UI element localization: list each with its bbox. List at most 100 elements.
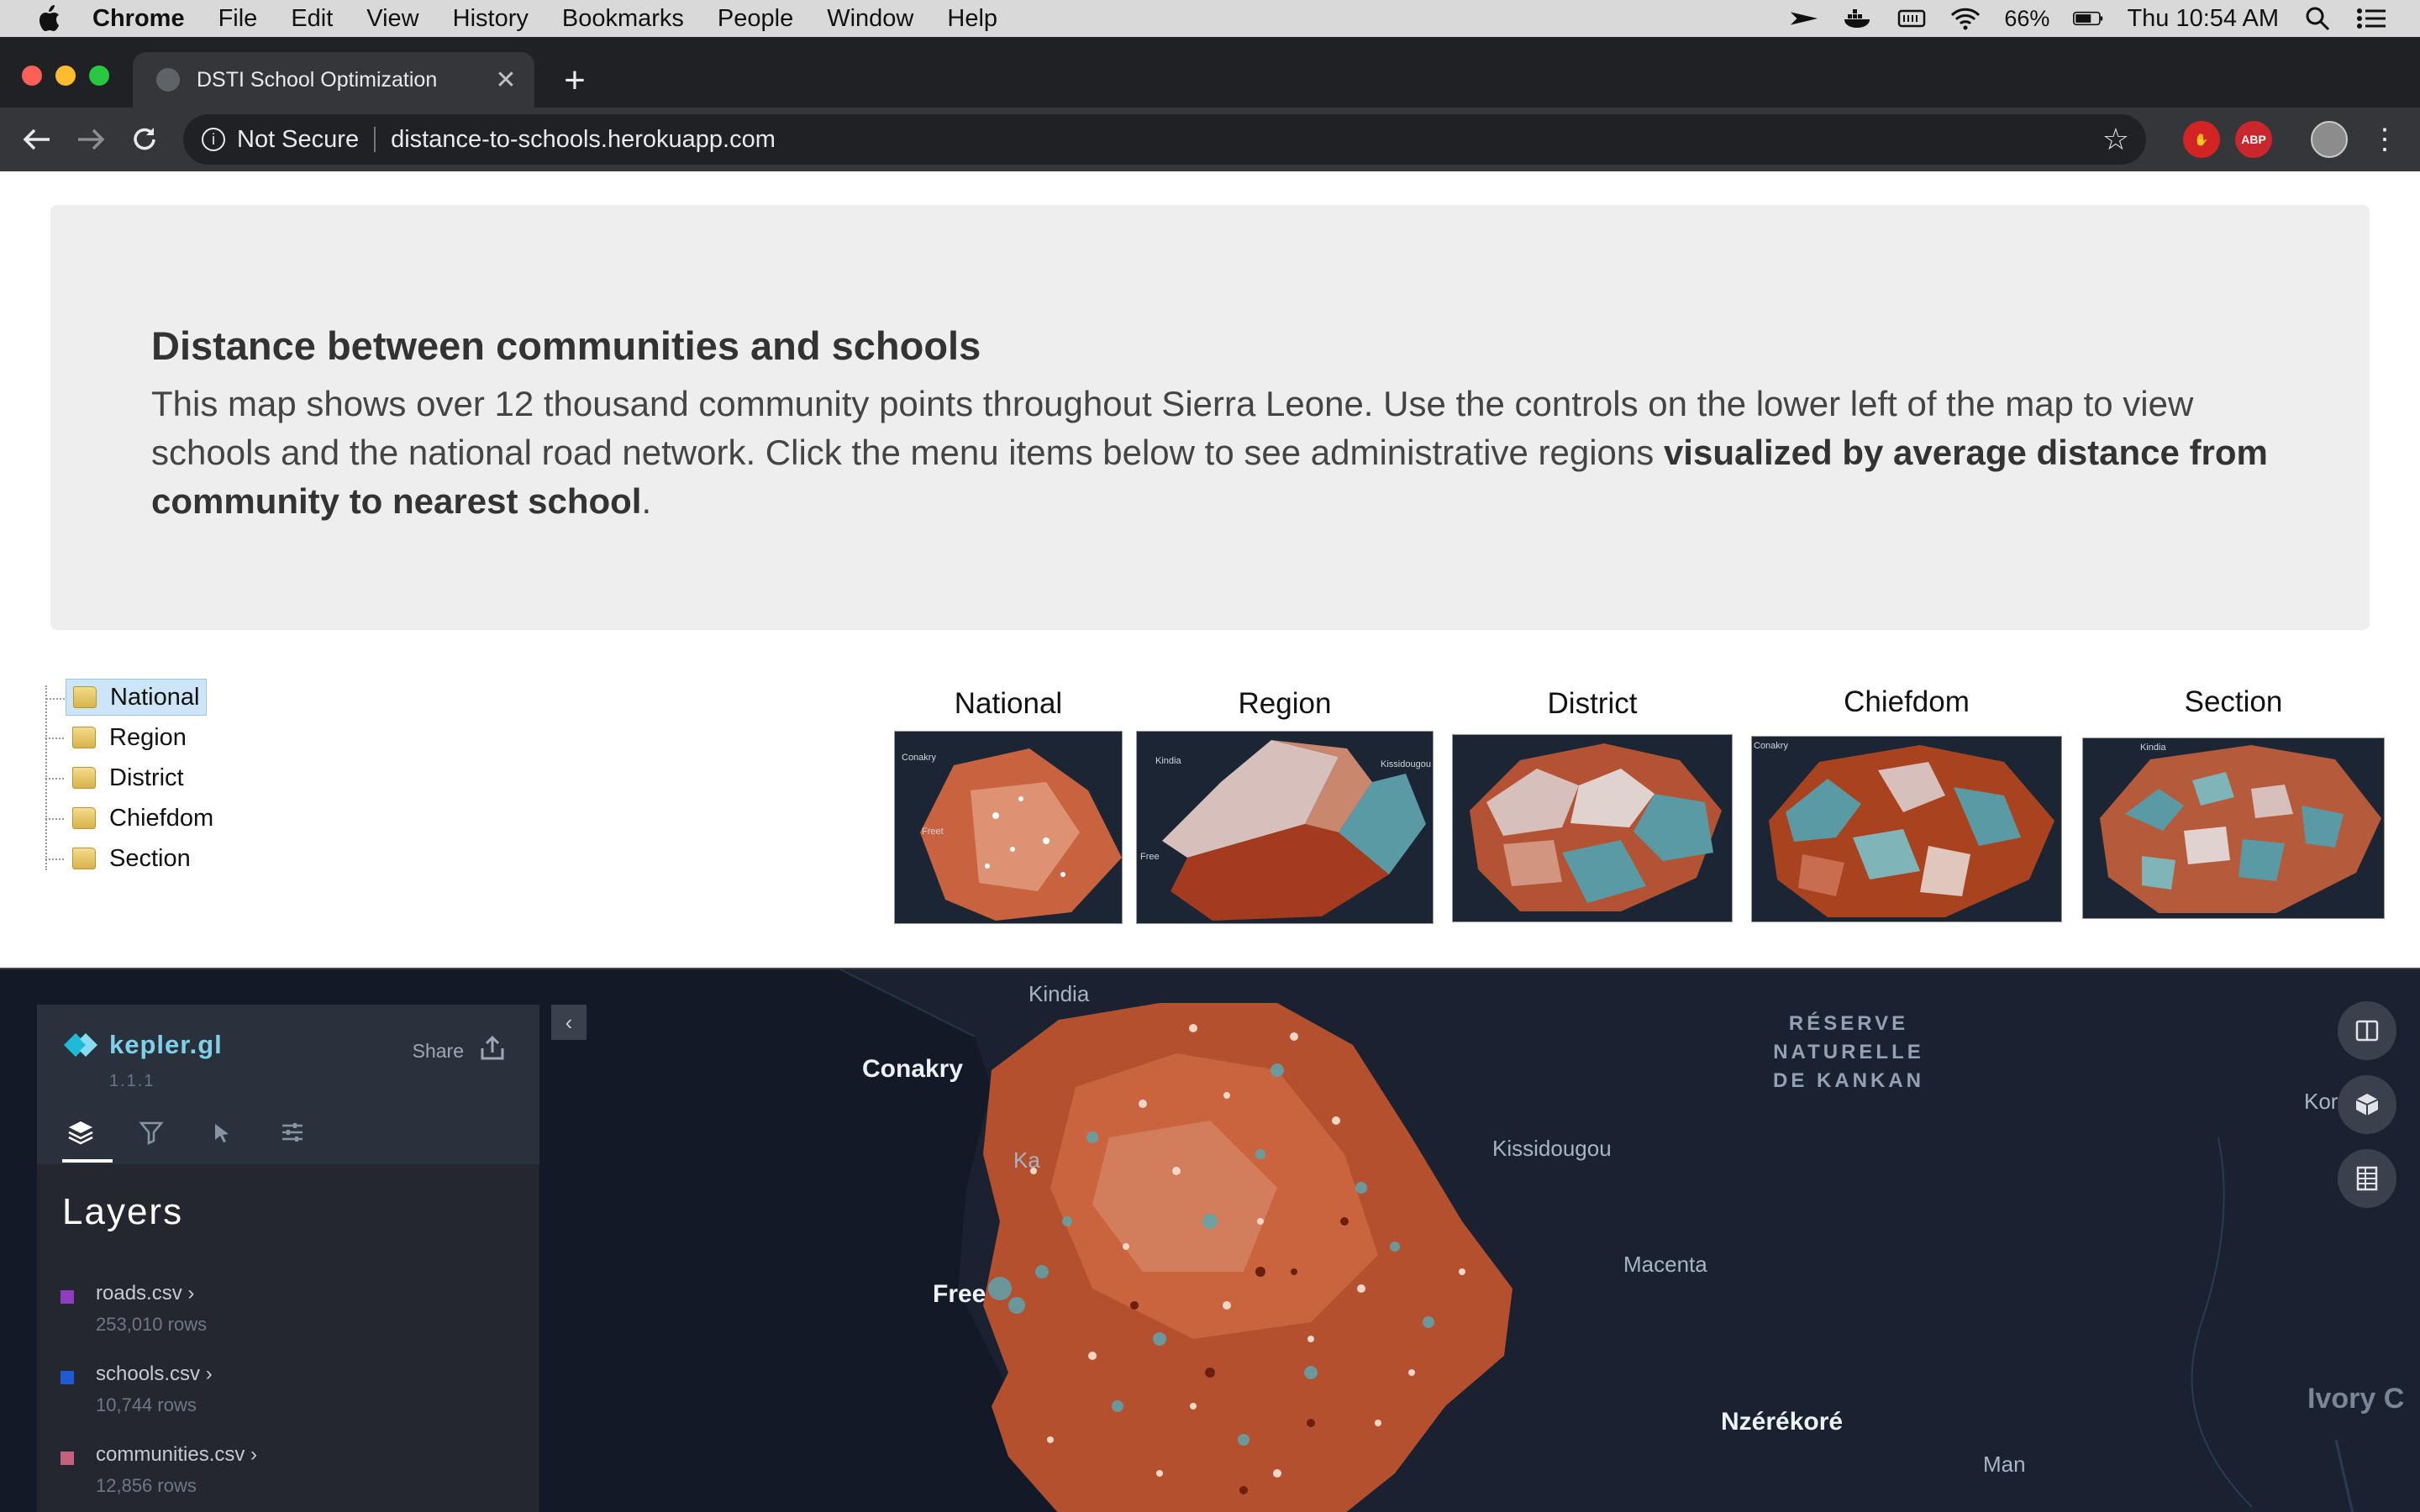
menu-view[interactable]: View [366, 5, 418, 33]
collapse-panel-chevron-icon[interactable]: ‹ [551, 1005, 587, 1040]
new-tab-button[interactable]: + [555, 60, 595, 101]
tree-item-section[interactable]: Section [45, 840, 197, 877]
profile-avatar[interactable] [2311, 121, 2348, 158]
map-label-kamsar: Ka [1013, 1147, 1040, 1173]
folder-icon [72, 767, 96, 789]
split-map-icon[interactable] [2338, 1001, 2396, 1060]
minimize-window-button[interactable] [55, 66, 76, 86]
thumbnail-chiefdom[interactable]: Chiefdom Conakry [1751, 685, 2062, 922]
3d-map-icon[interactable] [2338, 1075, 2396, 1134]
folder-icon [72, 727, 96, 748]
layer-item-schools[interactable]: schools.csv › 10,744 rows [60, 1362, 313, 1421]
layer-row-count: 253,010 rows [96, 1314, 208, 1335]
airmail-icon[interactable] [1789, 7, 1819, 30]
docker-icon[interactable] [1843, 7, 1873, 30]
layer-color-swatch [60, 1371, 74, 1384]
layer-row-count: 12,856 rows [96, 1475, 197, 1496]
thumbnail-map-image: Kindia [2082, 738, 2385, 919]
wifi-icon[interactable] [1950, 7, 1981, 30]
tab-title: DSTI School Optimization [197, 67, 438, 92]
battery-percent: 66% [2004, 5, 2050, 31]
tree-item-region[interactable]: Region [45, 719, 193, 756]
bookmark-star-icon[interactable]: ☆ [2102, 122, 2129, 157]
intro-body-end: . [641, 481, 652, 521]
notification-center-icon[interactable] [2356, 7, 2386, 30]
menu-bookmarks[interactable]: Bookmarks [562, 5, 684, 33]
map-label-ivory-coast: Ivory C [2307, 1383, 2405, 1415]
site-info-icon[interactable]: i [202, 128, 225, 151]
menu-window[interactable]: Window [827, 5, 913, 33]
folder-icon [73, 686, 97, 708]
maximize-window-button[interactable] [89, 66, 109, 86]
layer-item-communities[interactable]: communities.csv › 12,856 rows [60, 1443, 313, 1502]
menu-people[interactable]: People [718, 5, 793, 33]
menubar-clock[interactable]: Thu 10:54 AM [2127, 5, 2279, 33]
tree-item-district[interactable]: District [45, 759, 191, 796]
layer-row-count: 10,744 rows [96, 1394, 197, 1415]
filter-tab-icon[interactable] [133, 1114, 170, 1151]
adblock-stop-extension-icon[interactable]: ✋ [2183, 121, 2220, 158]
kepler-side-panel: kepler.gl 1.1.1 Share Layers roads.csv ›… [37, 1005, 539, 1512]
address-bar[interactable]: i Not Secure distance-to-schools.herokua… [183, 114, 2146, 165]
thumbnail-map-image: Conakry [1751, 736, 2062, 922]
macos-menubar: Chrome File Edit View History Bookmarks … [0, 0, 2420, 37]
close-window-button[interactable] [22, 66, 42, 86]
map-settings-tab-icon[interactable] [274, 1114, 311, 1151]
data-table-icon[interactable] [2338, 1149, 2396, 1208]
security-label[interactable]: Not Secure [237, 126, 359, 154]
tree-item-label: District [109, 764, 184, 791]
chrome-tab-strip: DSTI School Optimization ✕ + [0, 37, 2420, 108]
thumbnail-place-label: Conakry [902, 753, 936, 763]
battery-icon[interactable] [2073, 7, 2103, 30]
layer-name: schools.csv › [96, 1362, 213, 1385]
forward-arrow-icon[interactable] [71, 119, 111, 160]
intro-description: This map shows over 12 thousand communit… [151, 380, 2319, 526]
layer-item-roads[interactable]: roads.csv › 253,010 rows [60, 1282, 313, 1341]
share-label: Share [412, 1039, 464, 1062]
tree-item-label: Chiefdom [109, 804, 214, 832]
url-text[interactable]: distance-to-schools.herokuapp.com [391, 126, 776, 154]
apple-logo-icon[interactable] [34, 3, 64, 34]
thumbnail-map-image: Conakry Freet [894, 731, 1123, 924]
thumbnail-district[interactable]: District [1452, 687, 1733, 922]
browser-tab-active[interactable]: DSTI School Optimization ✕ [133, 52, 534, 108]
reload-icon[interactable] [124, 119, 165, 160]
memory-icon[interactable] [1897, 7, 1927, 30]
kepler-panel-tabs [62, 1114, 311, 1163]
back-arrow-icon[interactable] [17, 119, 57, 160]
thumbnail-label: Section [2184, 685, 2283, 718]
tree-item-label: Region [109, 723, 187, 751]
map-label-nzerekore: Nzérékoré [1721, 1408, 1844, 1436]
menu-history[interactable]: History [453, 5, 529, 33]
tree-item-chiefdom[interactable]: Chiefdom [45, 800, 220, 837]
thumbnail-national[interactable]: National Conakry Freet [894, 687, 1123, 924]
thumbnail-label: Region [1238, 687, 1332, 720]
thumbnail-place-label: Kindia [2140, 743, 2166, 753]
tree-item-national[interactable]: National [46, 679, 208, 716]
spotlight-search-icon[interactable] [2302, 7, 2333, 31]
thumbnail-label: National [954, 687, 1063, 720]
menu-file[interactable]: File [218, 5, 258, 33]
menu-help[interactable]: Help [947, 5, 997, 33]
kepler-map[interactable]: Kindia Conakry Ka Kissidougou Macenta Fr… [0, 968, 2420, 1512]
folder-icon [72, 807, 96, 829]
close-tab-icon[interactable]: ✕ [491, 65, 521, 95]
map-label-man: Man [1983, 1452, 2026, 1477]
chrome-menu-icon[interactable]: ⋮ [2365, 119, 2405, 160]
layers-section-title: Layers [62, 1191, 184, 1232]
menu-app-chrome[interactable]: Chrome [92, 5, 185, 33]
thumbnail-region[interactable]: Region Kindia Kissidougou Free [1136, 687, 1434, 924]
layers-tab-icon[interactable] [62, 1114, 113, 1163]
map-label-macenta: Macenta [1623, 1252, 1707, 1277]
thumbnail-place-label: Kissidougou [1381, 759, 1431, 769]
menubar-status-area: 66% Thu 10:54 AM [1789, 0, 2386, 37]
tree-item-label: Section [109, 844, 191, 872]
interaction-tab-icon[interactable] [203, 1114, 240, 1151]
layer-color-swatch [60, 1290, 74, 1304]
adblock-plus-extension-icon[interactable]: ABP [2235, 121, 2272, 158]
thumbnail-section[interactable]: Section Kindia [2082, 685, 2385, 919]
folder-icon [72, 848, 96, 869]
share-button[interactable]: Share [413, 1035, 506, 1067]
menu-edit[interactable]: Edit [291, 5, 333, 33]
thumbnail-place-label: Conakry [1754, 741, 1788, 751]
